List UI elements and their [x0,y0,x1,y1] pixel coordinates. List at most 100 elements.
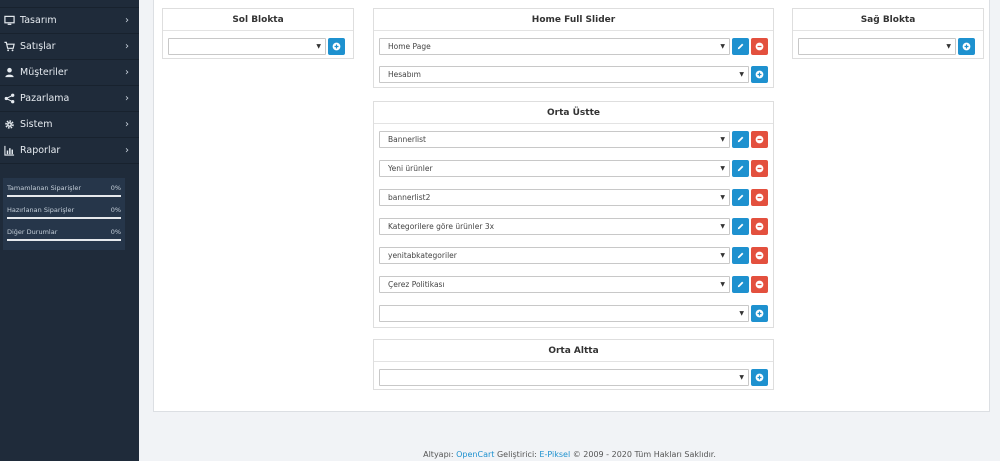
add-module-row: ▼ [798,37,975,56]
module-select[interactable]: Yeni ürünler ▼ [379,160,730,177]
module-row: bannerlist2 ▼ [379,188,768,207]
select-value: Çerez Politikası [388,280,445,289]
remove-module-button[interactable] [751,160,768,177]
edit-module-button[interactable] [732,247,749,264]
sidebar-item-system[interactable]: Sistem › [0,112,139,138]
minus-circle-icon [755,280,764,289]
layout-panel: Sol Blokta ▼ Home Full Slider Home Page … [153,0,990,412]
progress-bar [7,195,121,197]
sidebar-item-marketing[interactable]: Pazarlama › [0,86,139,112]
select-value: bannerlist2 [388,193,431,202]
chevron-right-icon: › [125,41,129,52]
select-value: Kategorilere göre ürünler 3x [388,222,495,231]
pencil-icon [737,223,744,230]
remove-module-button[interactable] [751,276,768,293]
module-select[interactable]: Bannerlist ▼ [379,131,730,148]
module-select[interactable]: yenitabkategoriler ▼ [379,247,730,264]
add-module-button[interactable] [958,38,975,55]
footer-copyright: © 2009 - 2020 Tüm Hakları Saklıdır. [570,450,716,459]
main-content: Sol Blokta ▼ Home Full Slider Home Page … [139,0,1000,461]
column-title: Orta Üstte [374,102,773,124]
add-module-button[interactable] [328,38,345,55]
remove-module-button[interactable] [751,131,768,148]
plus-circle-icon [962,42,971,51]
pencil-icon [737,136,744,143]
module-select[interactable]: Kategorilere göre ürünler 3x ▼ [379,218,730,235]
edit-module-button[interactable] [732,276,749,293]
plus-circle-icon [755,373,764,382]
edit-module-button[interactable] [732,189,749,206]
plus-circle-icon [755,70,764,79]
edit-module-button[interactable] [732,160,749,177]
stat-value: 0% [110,184,121,192]
module-select[interactable]: ▼ [379,305,749,322]
select-value: Bannerlist [388,135,426,144]
chevron-right-icon: › [125,93,129,104]
user-icon [4,67,15,78]
column-content-bottom: Orta Altta ▼ [373,339,774,390]
caret-down-icon: ▼ [946,43,951,50]
remove-module-button[interactable] [751,218,768,235]
module-row: Home Page ▼ [379,37,768,56]
stat-value: 0% [110,228,121,236]
module-select[interactable]: Hesabım ▼ [379,66,749,83]
caret-down-icon: ▼ [720,281,725,288]
caret-down-icon: ▼ [720,194,725,201]
module-select[interactable]: ▼ [168,38,326,55]
caret-down-icon: ▼ [739,310,744,317]
add-module-button[interactable] [751,66,768,83]
minus-circle-icon [755,164,764,173]
module-select[interactable]: bannerlist2 ▼ [379,189,730,206]
chevron-right-icon: › [125,145,129,156]
gear-icon [4,119,15,130]
sidebar-item-customers[interactable]: Müşteriler › [0,60,139,86]
caret-down-icon: ▼ [316,43,321,50]
select-value: Home Page [388,42,431,51]
sidebar-item-label: Sistem [20,119,53,130]
column-content-top: Orta Üstte Bannerlist ▼ Yeni ürünler ▼ b… [373,101,774,328]
remove-module-button[interactable] [751,247,768,264]
module-row: Bannerlist ▼ [379,130,768,149]
stat-label: Diğer Durumlar [7,228,58,236]
add-module-row: ▼ [379,304,768,323]
module-select[interactable]: ▼ [379,369,749,386]
plus-circle-icon [332,42,341,51]
stat-value: 0% [110,206,121,214]
sidebar-item-reports[interactable]: Raporlar › [0,138,139,164]
pencil-icon [737,194,744,201]
caret-down-icon: ▼ [739,71,744,78]
caret-down-icon: ▼ [720,165,725,172]
module-select[interactable]: ▼ [798,38,956,55]
edit-module-button[interactable] [732,131,749,148]
column-title: Orta Altta [374,340,773,362]
add-module-row: ▼ [379,368,768,387]
epiksel-link[interactable]: E-Piksel [539,450,570,459]
add-module-button[interactable] [751,369,768,386]
sidebar: Tasarım › Satışlar › Müşteriler › Pazarl… [0,0,139,461]
remove-module-button[interactable] [751,38,768,55]
sidebar-item-design[interactable]: Tasarım › [0,8,139,34]
select-value: Hesabım [388,70,421,79]
sidebar-item-label: Raporlar [20,145,61,156]
monitor-icon [4,15,15,26]
add-module-row: ▼ [168,37,345,56]
chevron-right-icon: › [125,119,129,130]
module-select[interactable]: Home Page ▼ [379,38,730,55]
edit-module-button[interactable] [732,38,749,55]
opencart-link[interactable]: OpenCart [456,450,494,459]
stat-label: Hazırlanan Siparişler [7,206,75,214]
minus-circle-icon [755,222,764,231]
column-left: Sol Blokta ▼ [162,8,354,59]
remove-module-button[interactable] [751,189,768,206]
sidebar-item-sales[interactable]: Satışlar › [0,34,139,60]
caret-down-icon: ▼ [720,43,725,50]
add-module-button[interactable] [751,305,768,322]
sidebar-item-partial[interactable] [0,0,139,8]
progress-bar [7,217,121,219]
progress-bar [7,239,121,241]
module-select[interactable]: Çerez Politikası ▼ [379,276,730,293]
order-stats: Tamamlanan Siparişler 0% Hazırlanan Sipa… [3,178,125,250]
sidebar-item-label: Satışlar [20,41,56,52]
edit-module-button[interactable] [732,218,749,235]
footer-prefix: Altyapı: [423,450,457,459]
